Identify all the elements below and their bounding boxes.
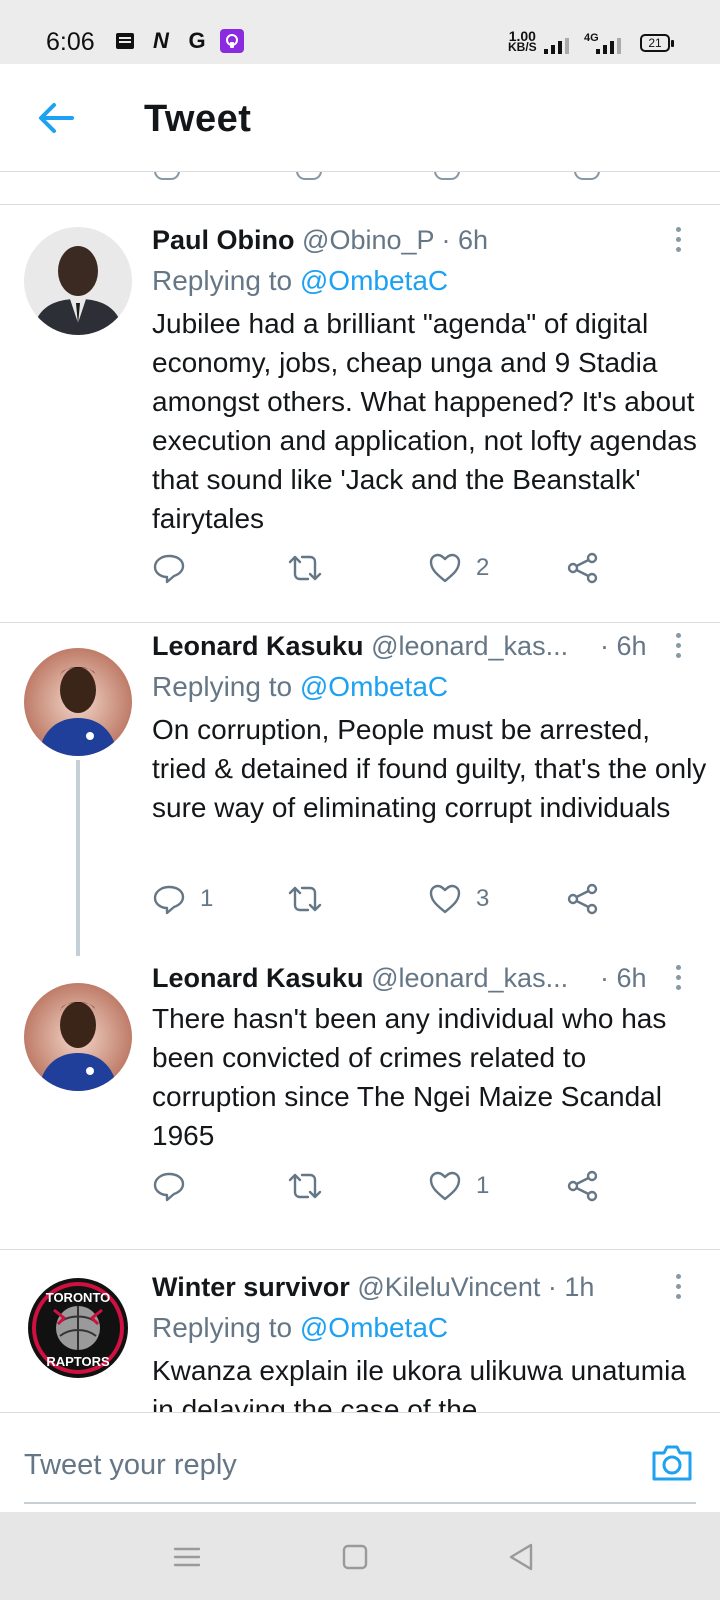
- tweet-text: Kwanza explain ile ukora ulikuwa unatumi…: [152, 1355, 686, 1412]
- tweet-header: Leonard Kasuku @leonard_kas...: [152, 631, 568, 662]
- share-icon: [567, 1170, 598, 1202]
- like-button[interactable]: 1: [428, 1169, 489, 1203]
- g-icon: G: [188, 28, 206, 53]
- like-button[interactable]: 2: [428, 551, 489, 585]
- avatar-text-top: TORONTO: [46, 1290, 111, 1305]
- tweet-item[interactable]: Leonard Kasuku @leonard_kas... · 6h Repl…: [0, 623, 720, 957]
- tweet-text: There hasn't been any individual who has…: [152, 1003, 667, 1151]
- share-icon: [567, 883, 598, 915]
- author-name[interactable]: Winter survivor: [152, 1272, 350, 1302]
- tweet-header: Leonard Kasuku @leonard_kas...: [152, 963, 568, 994]
- home-icon[interactable]: [340, 1542, 370, 1572]
- tweet-text: On corruption, People must be arrested, …: [152, 714, 707, 823]
- more-options-icon[interactable]: [674, 227, 682, 255]
- mention-link[interactable]: @OmbetaC: [300, 671, 448, 702]
- avatar[interactable]: [24, 983, 132, 1091]
- camera-icon[interactable]: [650, 1443, 694, 1483]
- replying-to: Replying to @OmbetaC: [152, 671, 448, 703]
- tweet-header: Winter survivor @KileluVincent · 1h: [152, 1272, 594, 1303]
- back-arrow-icon[interactable]: [36, 100, 76, 136]
- replying-prefix: Replying to: [152, 671, 300, 702]
- tweet-item[interactable]: Paul Obino @Obino_P · 6h Replying to @Om…: [0, 205, 720, 622]
- retweet-button[interactable]: [288, 551, 336, 585]
- heart-icon: [429, 1171, 461, 1201]
- reply-underline: [24, 1502, 696, 1504]
- avatar[interactable]: TORONTO RAPTORS: [24, 1274, 132, 1382]
- avatar[interactable]: [24, 648, 132, 756]
- back-icon[interactable]: [506, 1542, 536, 1572]
- tweet-actions: 1 3: [152, 882, 632, 922]
- like-count: 2: [476, 554, 490, 581]
- retweet-icon: [288, 555, 322, 581]
- like-count: 3: [476, 885, 490, 912]
- avatar-text-bottom: RAPTORS: [46, 1354, 110, 1369]
- tweet-time: · 6h: [600, 963, 647, 993]
- reply-icon: [153, 554, 185, 584]
- share-button[interactable]: [566, 551, 600, 585]
- cell-signal-icon: [596, 38, 621, 54]
- system-nav-bar: [0, 1512, 720, 1600]
- podcast-icon: [220, 29, 244, 53]
- author-handle[interactable]: @leonard_kas...: [371, 963, 568, 993]
- retweet-button[interactable]: [288, 882, 336, 916]
- reply-count: 1: [200, 885, 214, 912]
- reply-composer: Tweet your reply: [0, 1412, 720, 1512]
- share-button[interactable]: [566, 1169, 600, 1203]
- page-title: Tweet: [144, 98, 252, 140]
- more-options-icon[interactable]: [674, 1274, 682, 1302]
- avatar[interactable]: [24, 227, 132, 335]
- more-options-icon[interactable]: [674, 965, 682, 993]
- menu-icon[interactable]: [172, 1542, 202, 1572]
- retweet-icon: [288, 886, 322, 912]
- tweet-actions: 2: [152, 551, 632, 591]
- tweet-actions: 1: [152, 1169, 632, 1209]
- replying-to: Replying to @OmbetaC: [152, 265, 448, 297]
- mention-link[interactable]: @OmbetaC: [300, 1312, 448, 1343]
- share-icon: [567, 552, 598, 584]
- n-icon: N: [153, 28, 169, 53]
- tweet-time: · 6h: [600, 631, 647, 661]
- author-handle[interactable]: @KileluVincent · 1h: [357, 1272, 594, 1302]
- app-header: Tweet: [0, 64, 720, 172]
- mention-link[interactable]: @OmbetaC: [300, 265, 448, 296]
- like-count: 1: [476, 1172, 490, 1199]
- previous-tweet-actions: [0, 172, 720, 205]
- heart-icon: [429, 884, 461, 914]
- replying-to: Replying to @OmbetaC: [152, 1312, 448, 1344]
- like-button[interactable]: 3: [428, 882, 489, 916]
- author-handle[interactable]: @Obino_P · 6h: [302, 225, 488, 255]
- reply-icon: [153, 885, 185, 915]
- more-options-icon[interactable]: [674, 633, 682, 661]
- battery-icon: 21: [640, 34, 674, 52]
- status-bar: 6:06 N G 1.00 KB/S 4G 21: [0, 0, 720, 64]
- author-name[interactable]: Leonard Kasuku: [152, 631, 364, 661]
- retweet-button[interactable]: [288, 1169, 336, 1203]
- reply-icon: [153, 1172, 185, 1202]
- reply-button[interactable]: [152, 551, 200, 585]
- reply-input[interactable]: Tweet your reply: [24, 1449, 237, 1482]
- document-icon: [112, 28, 138, 54]
- speed-unit: KB/S: [508, 40, 537, 54]
- status-time: 6:06: [46, 28, 95, 56]
- tweet-item[interactable]: TORONTO RAPTORS Winter survivor @KileluV…: [0, 1250, 720, 1412]
- author-handle[interactable]: @leonard_kas...: [371, 631, 568, 661]
- tweet-text: Jubilee had a brilliant "agenda" of digi…: [152, 308, 697, 534]
- reply-button[interactable]: 1: [152, 882, 213, 916]
- thread-connector: [76, 760, 80, 956]
- notification-icons: N G: [112, 28, 244, 54]
- reply-button[interactable]: [152, 1169, 200, 1203]
- author-name[interactable]: Paul Obino: [152, 225, 295, 255]
- retweet-icon: [288, 1173, 322, 1199]
- tweet-item[interactable]: Leonard Kasuku @leonard_kas... · 6h Ther…: [0, 957, 720, 1249]
- replying-prefix: Replying to: [152, 1312, 300, 1343]
- battery-level: 21: [648, 36, 662, 50]
- wifi-signal-icon: [544, 38, 569, 54]
- replying-prefix: Replying to: [152, 265, 300, 296]
- network-speed: 1.00 KB/S: [508, 29, 537, 54]
- heart-icon: [429, 553, 461, 583]
- share-button[interactable]: [566, 882, 600, 916]
- author-name[interactable]: Leonard Kasuku: [152, 963, 364, 993]
- tweet-header: Paul Obino @Obino_P · 6h: [152, 225, 488, 256]
